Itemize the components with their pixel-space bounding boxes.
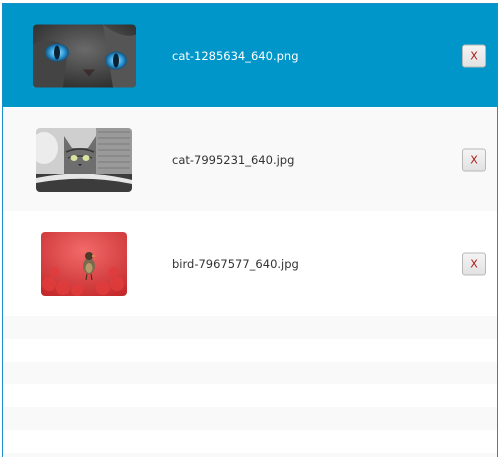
- file-name: cat-1285634_640.png: [172, 48, 299, 63]
- cat-blue-eyes-thumbnail: [33, 24, 136, 87]
- empty-row: [3, 407, 497, 430]
- empty-row: [3, 384, 497, 408]
- remove-button[interactable]: X: [462, 148, 486, 171]
- list-item[interactable]: bird-7967577_640.jpg X: [3, 212, 497, 316]
- file-name: bird-7967577_640.jpg: [172, 256, 299, 271]
- remove-button[interactable]: X: [462, 44, 486, 67]
- empty-row: [3, 361, 497, 385]
- empty-row: [3, 338, 497, 362]
- remove-button[interactable]: X: [462, 252, 486, 275]
- file-name: cat-7995231_640.jpg: [172, 152, 295, 167]
- image-file-list[interactable]: cat-1285634_640.png X cat-7995231_640.jp…: [2, 3, 498, 457]
- empty-row: [3, 452, 497, 457]
- list-item[interactable]: cat-1285634_640.png X: [3, 4, 497, 108]
- empty-row: [3, 429, 497, 453]
- list-item[interactable]: cat-7995231_640.jpg X: [3, 108, 497, 212]
- empty-row: [3, 316, 497, 339]
- tabby-cat-thumbnail: [36, 127, 132, 192]
- bird-in-flowers-thumbnail: [41, 231, 127, 296]
